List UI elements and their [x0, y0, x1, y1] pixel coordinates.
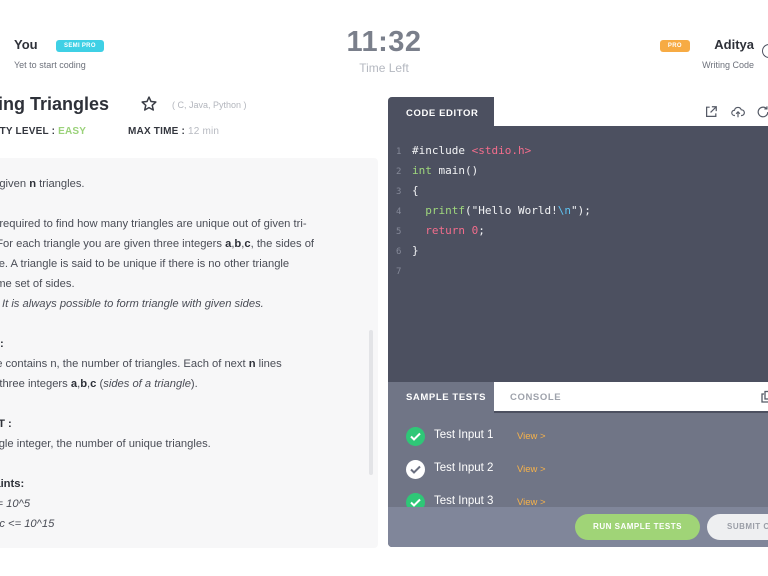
- code-line: 5 return 0;: [396, 224, 485, 237]
- countdown-timer: 11:32 Time Left: [0, 26, 768, 75]
- check-icon: [406, 460, 425, 479]
- constraint-line: <= 10^5: [0, 498, 31, 510]
- input-line: n three integers a,b,c (sides of a trian…: [0, 378, 198, 390]
- statement-line: . For each triangle you are given three …: [0, 238, 315, 250]
- code-line: 1 #include <stdio.h>: [396, 144, 532, 157]
- opponent-status: Writing Code: [702, 60, 754, 70]
- submit-code-button[interactable]: SUBMIT C: [707, 514, 768, 540]
- statement-line: e given n triangles.: [0, 178, 85, 190]
- input-line: he contains n, the number of triangles. …: [0, 358, 282, 370]
- sample-tests-list: Test Input 1 View > Test Input 2 View > …: [388, 413, 768, 512]
- max-time-value: 12 min: [187, 126, 220, 137]
- upload-icon[interactable]: [731, 105, 745, 119]
- code-line: 4 printf("Hello World!\n");: [396, 204, 591, 217]
- difficulty-label: LTY LEVEL :: [0, 126, 56, 137]
- statement-line: ame set of sides.: [0, 278, 75, 290]
- star-icon[interactable]: [140, 95, 158, 113]
- opponent-badge: PRO: [659, 40, 690, 52]
- code-editor-panel: CODE EDITOR 1 #include <stdio.h> 2 int mai…: [388, 97, 768, 547]
- statement-line: e required to find how many triangles ar…: [0, 218, 307, 230]
- problem-title: ting Triangles: [0, 94, 110, 114]
- tab-console[interactable]: CONSOLE: [510, 392, 561, 403]
- code-line: 7: [396, 267, 402, 277]
- problem-statement: e given n triangles. e required to find …: [0, 158, 378, 548]
- statement-scrollbar[interactable]: [369, 330, 373, 475]
- difficulty-value: EASY: [58, 126, 87, 137]
- timer-label: Time Left: [359, 61, 409, 75]
- opponent-user: PRO Aditya Writing Code: [659, 36, 754, 70]
- run-sample-tests-button[interactable]: RUN SAMPLE TESTS: [575, 514, 700, 540]
- max-time-label: MAX TIME :: [128, 126, 185, 137]
- difficulty-level: LTY LEVEL : EASY: [0, 126, 86, 137]
- code-line: 2 int main(): [396, 164, 479, 177]
- problem-languages: ( C, Java, Python ): [172, 100, 247, 110]
- output-heading: UT :: [0, 418, 12, 430]
- code-area[interactable]: 1 #include <stdio.h> 2 int main() 3{ 4 pri…: [388, 141, 591, 281]
- open-external-icon[interactable]: [704, 105, 718, 119]
- output-line: ingle integer, the number of unique tria…: [0, 438, 211, 450]
- test-label: Test Input 1: [434, 429, 494, 441]
- view-test-link[interactable]: View >: [517, 464, 546, 475]
- statement-note: It is always possible to form triangle w…: [2, 298, 264, 310]
- constraints-heading: raints:: [0, 478, 25, 490]
- test-label: Test Input 3: [434, 495, 494, 507]
- opponent-name: Aditya: [714, 37, 754, 52]
- constraint-line: b,c <= 10^15: [0, 518, 55, 530]
- code-line: 3{: [396, 184, 419, 197]
- tab-sample-tests[interactable]: SAMPLE TESTS: [388, 382, 494, 413]
- tab-code-editor[interactable]: CODE EDITOR: [388, 97, 494, 128]
- code-line: 6}: [396, 244, 419, 257]
- timer-clock: 11:32: [346, 26, 422, 58]
- refresh-icon[interactable]: [756, 105, 768, 119]
- max-time: MAX TIME : 12 min: [128, 126, 219, 137]
- tests-panel-icon[interactable]: [760, 390, 768, 404]
- statement-line: gle. A triangle is said to be unique if …: [0, 258, 290, 270]
- check-icon: [406, 427, 425, 446]
- view-test-link[interactable]: View >: [517, 431, 546, 442]
- test-label: Test Input 2: [434, 462, 494, 474]
- input-heading: T :: [0, 338, 4, 350]
